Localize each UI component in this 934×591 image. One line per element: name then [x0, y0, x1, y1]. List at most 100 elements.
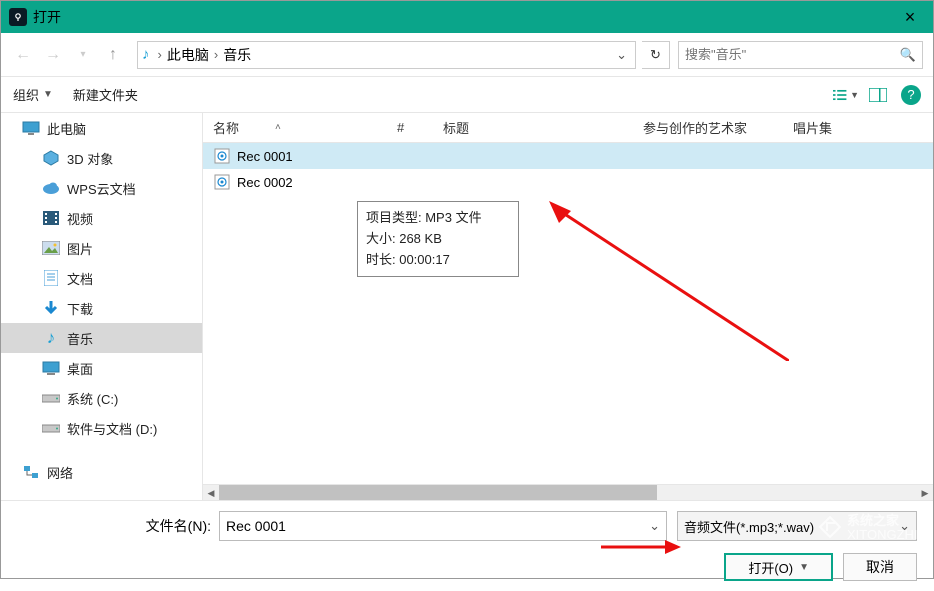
- help-button[interactable]: ?: [901, 85, 921, 105]
- sidebar-item-doc[interactable]: 文档: [1, 263, 202, 293]
- network-icon: [21, 462, 41, 482]
- nav-forward-button[interactable]: →: [41, 43, 65, 67]
- filename-dropdown-icon[interactable]: ⌄: [649, 518, 660, 534]
- col-title[interactable]: 标题: [443, 118, 643, 137]
- col-artist[interactable]: 参与创作的艺术家: [643, 118, 793, 137]
- search-icon[interactable]: 🔍: [900, 47, 916, 63]
- sort-asc-icon: ˄: [275, 122, 281, 133]
- titlebar: 打开 ×: [1, 1, 933, 33]
- annotation-arrow: [549, 201, 789, 361]
- drive-icon: [41, 418, 61, 438]
- sidebar[interactable]: 此电脑 3D 对象 WPS云文档视频图片文档下载 ♪ 音乐桌面系统 (C:) 软件与文档 …: [1, 113, 203, 500]
- drive-icon: [41, 388, 61, 408]
- music-icon: ♪: [142, 46, 150, 63]
- sidebar-item-label: 下载: [67, 299, 93, 318]
- music-icon: ♪: [41, 328, 61, 348]
- sidebar-item-label: 文档: [67, 269, 93, 288]
- sidebar-item-network[interactable]: 网络: [1, 457, 202, 487]
- image-icon: [41, 238, 61, 258]
- breadcrumb-root[interactable]: 此电脑: [167, 45, 209, 65]
- svg-text:系统之家: 系统之家: [847, 513, 900, 528]
- toolbar: 组织 ▼ 新建文件夹 ▼ ?: [1, 77, 933, 113]
- col-name[interactable]: 名称˄: [213, 118, 393, 137]
- sidebar-item-label: 音乐: [67, 329, 93, 348]
- sidebar-item-label: 桌面: [67, 359, 93, 378]
- organize-label: 组织: [13, 85, 39, 104]
- sidebar-item-cloud[interactable]: WPS云文档: [1, 173, 202, 203]
- caret-down-icon: ▼: [43, 89, 53, 100]
- breadcrumb-sep: ›: [158, 47, 162, 62]
- refresh-button[interactable]: ↻: [642, 41, 670, 69]
- view-preview-button[interactable]: [865, 84, 891, 106]
- sidebar-item-desktop[interactable]: 桌面: [1, 353, 202, 383]
- open-button[interactable]: 打开(O)▼: [724, 553, 833, 581]
- view-detail-button[interactable]: ▼: [833, 84, 859, 106]
- doc-icon: [41, 268, 61, 288]
- audio-file-icon: [213, 147, 231, 165]
- nav-up-button[interactable]: ↑: [101, 43, 125, 67]
- sidebar-item-label: 网络: [47, 463, 73, 482]
- tooltip-type: 项目类型: MP3 文件: [366, 208, 510, 229]
- sidebar-item-download[interactable]: 下载: [1, 293, 202, 323]
- footer: 文件名(N): ⌄ 音频文件(*.mp3;*.wav) ⌄ 打开(O)▼ 取消: [1, 500, 933, 591]
- sidebar-item-video[interactable]: 视频: [1, 203, 202, 233]
- sidebar-item-drive[interactable]: 系统 (C:): [1, 383, 202, 413]
- horizontal-scrollbar[interactable]: ◀ ▶: [203, 484, 933, 500]
- sidebar-item-music[interactable]: ♪ 音乐: [1, 323, 202, 353]
- sidebar-item-3d[interactable]: 3D 对象: [1, 143, 202, 173]
- path-dropdown-icon[interactable]: ⌄: [616, 47, 627, 63]
- window-title: 打开: [33, 7, 895, 27]
- file-tooltip: 项目类型: MP3 文件 大小: 268 KB 时长: 00:00:17: [357, 201, 519, 277]
- scroll-right-icon[interactable]: ▶: [917, 485, 933, 501]
- scroll-thumb[interactable]: [219, 485, 657, 500]
- tooltip-duration: 时长: 00:00:17: [366, 250, 510, 271]
- watermark: 系统之家 XITONGZHIJIA.NET: [815, 507, 925, 550]
- new-folder-button[interactable]: 新建文件夹: [73, 85, 138, 104]
- pc-icon: [21, 118, 41, 138]
- sidebar-item-label: 此电脑: [47, 119, 86, 138]
- cancel-button[interactable]: 取消: [843, 553, 917, 581]
- new-folder-label: 新建文件夹: [73, 85, 138, 104]
- filename-combobox[interactable]: ⌄: [219, 511, 667, 541]
- sidebar-item-label: 视频: [67, 209, 93, 228]
- cloud-icon: [41, 178, 61, 198]
- video-icon: [41, 208, 61, 228]
- main-area: 此电脑 3D 对象 WPS云文档视频图片文档下载 ♪ 音乐桌面系统 (C:) 软件与文档 …: [1, 113, 933, 500]
- column-headers: 名称˄ # 标题 参与创作的艺术家 唱片集: [203, 113, 933, 143]
- audio-file-icon: [213, 173, 231, 191]
- sidebar-item-label: WPS云文档: [67, 179, 136, 198]
- search-box[interactable]: 🔍: [678, 41, 923, 69]
- filename-label: 文件名(N):: [121, 516, 211, 536]
- scroll-left-icon[interactable]: ◀: [203, 485, 219, 501]
- tooltip-size: 大小: 268 KB: [366, 229, 510, 250]
- col-number[interactable]: #: [393, 120, 443, 135]
- close-button[interactable]: ×: [895, 7, 925, 28]
- file-row[interactable]: Rec 0001: [203, 143, 933, 169]
- col-album[interactable]: 唱片集: [793, 118, 832, 137]
- sidebar-item-label: 软件与文档 (D:): [67, 419, 157, 438]
- file-name: Rec 0002: [237, 175, 293, 190]
- navbar: ← → ▾ ↑ ♪ › 此电脑 › 音乐 ⌄ ↻ 🔍: [1, 33, 933, 77]
- download-icon: [41, 298, 61, 318]
- sidebar-item-label: 3D 对象: [67, 149, 113, 168]
- breadcrumb-current[interactable]: 音乐: [223, 45, 251, 65]
- sidebar-item-label: 图片: [67, 239, 93, 258]
- path-box[interactable]: ♪ › 此电脑 › 音乐 ⌄: [137, 41, 636, 69]
- sidebar-item-drive[interactable]: 软件与文档 (D:): [1, 413, 202, 443]
- svg-text:XITONGZHIJIA.NET: XITONGZHIJIA.NET: [847, 527, 925, 542]
- file-name: Rec 0001: [237, 149, 293, 164]
- search-input[interactable]: [685, 47, 900, 62]
- nav-recent-caret[interactable]: ▾: [71, 43, 95, 67]
- sidebar-item-image[interactable]: 图片: [1, 233, 202, 263]
- app-icon: [9, 8, 27, 26]
- sidebar-item-label: 系统 (C:): [67, 389, 118, 408]
- annotation-arrow: [601, 537, 681, 557]
- filename-input[interactable]: [226, 518, 649, 534]
- breadcrumb-sep: ›: [214, 47, 218, 62]
- nav-back-button[interactable]: ←: [11, 43, 35, 67]
- 3d-icon: [41, 148, 61, 168]
- file-row[interactable]: Rec 0002: [203, 169, 933, 195]
- sidebar-item-pc[interactable]: 此电脑: [1, 113, 202, 143]
- desktop-icon: [41, 358, 61, 378]
- organize-button[interactable]: 组织 ▼: [13, 85, 53, 104]
